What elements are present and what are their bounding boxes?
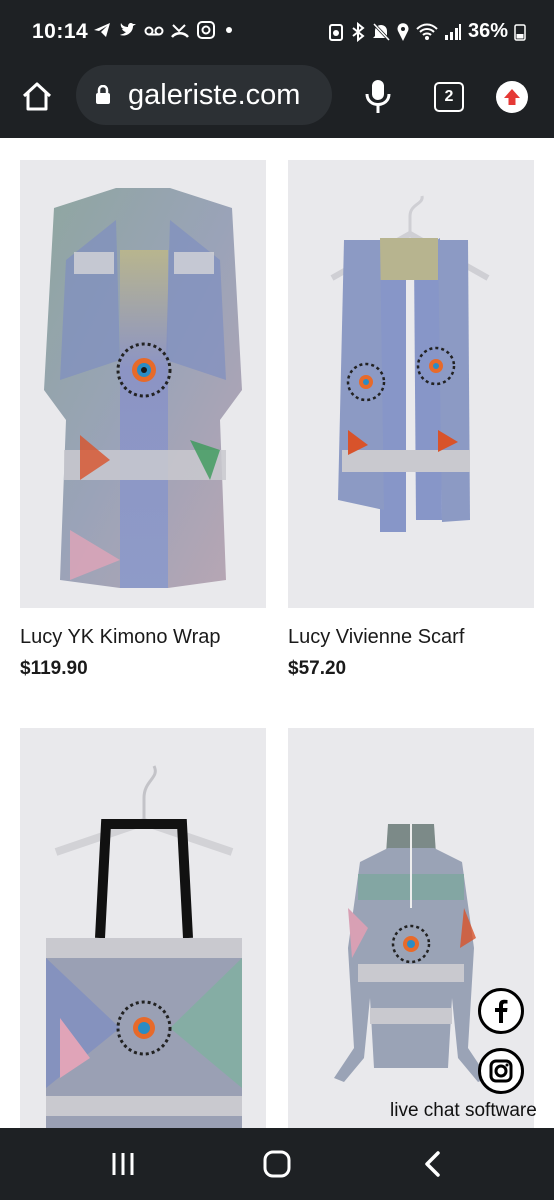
system-icons: 36% <box>328 20 526 43</box>
clock: 10:14 <box>32 20 89 43</box>
lock-icon <box>96 85 110 104</box>
dot-icon <box>226 27 232 33</box>
notification-icons <box>92 20 236 40</box>
product-name[interactable]: Lucy YK Kimono Wrap <box>20 626 220 649</box>
bluetooth-icon <box>352 21 365 42</box>
signal-icon <box>444 23 461 40</box>
recent-apps-icon[interactable] <box>108 1149 138 1179</box>
voicemail-icon <box>144 26 164 36</box>
product-image[interactable] <box>288 160 534 608</box>
microphone-icon[interactable] <box>364 78 392 116</box>
instagram-icon <box>489 1059 513 1083</box>
system-nav-bar <box>0 1128 554 1200</box>
location-icon <box>397 22 409 41</box>
product-image[interactable] <box>20 728 266 1128</box>
instagram-button[interactable] <box>478 1048 524 1094</box>
wifi-icon <box>416 23 438 40</box>
product-price: $57.20 <box>288 658 347 679</box>
twitter-icon <box>120 23 136 36</box>
battery-icon <box>514 23 526 41</box>
missed-call-icon <box>171 24 189 38</box>
alarm-icon <box>328 23 343 41</box>
facebook-icon <box>495 999 508 1023</box>
home-icon[interactable] <box>20 80 54 114</box>
product-price: $119.90 <box>20 658 88 679</box>
instagram-icon <box>197 21 215 39</box>
mute-icon <box>372 22 390 41</box>
product-image[interactable] <box>20 160 266 608</box>
tab-switcher-button[interactable]: 2 <box>434 82 464 112</box>
telegram-icon <box>94 23 110 37</box>
product-name[interactable]: Lucy Vivienne Scarf <box>288 626 464 649</box>
home-nav-icon[interactable] <box>262 1149 292 1179</box>
back-icon[interactable] <box>418 1149 448 1179</box>
facebook-button[interactable] <box>478 988 524 1034</box>
battery-level: 36% <box>467 20 508 42</box>
update-button[interactable] <box>496 81 528 113</box>
url-text: galeriste.com <box>128 79 301 111</box>
status-bar: 10:14 36% <box>0 0 554 62</box>
arrow-up-icon <box>504 89 520 105</box>
live-chat-link[interactable]: live chat software <box>390 1100 537 1122</box>
address-bar[interactable]: galeriste.com <box>76 65 332 125</box>
browser-toolbar: galeriste.com 2 <box>0 62 554 138</box>
